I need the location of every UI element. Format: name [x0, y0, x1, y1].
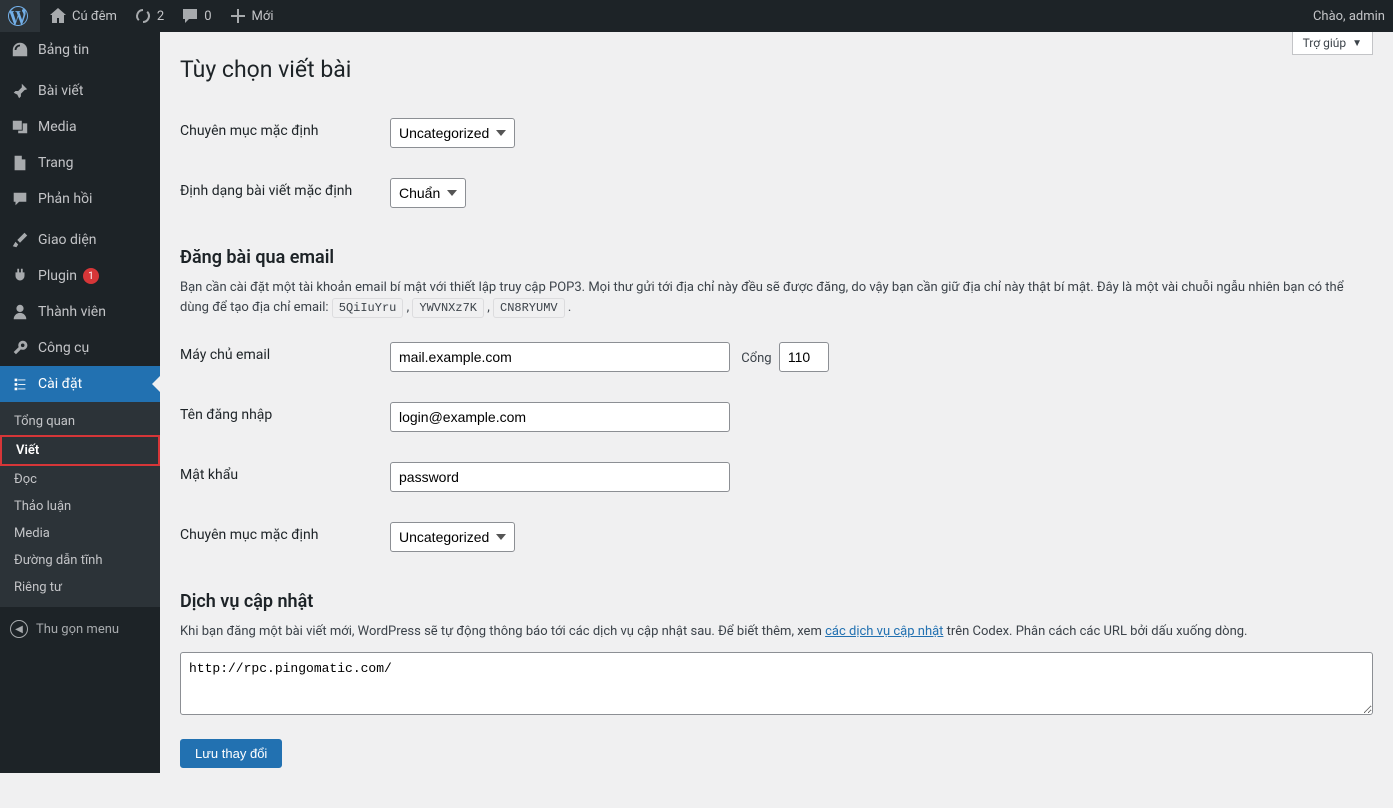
submenu-general[interactable]: Tổng quan	[0, 408, 160, 435]
sidebar-item-label: Phản hồi	[38, 191, 92, 207]
comment-icon	[180, 6, 200, 26]
comments-link[interactable]: 0	[172, 0, 219, 32]
help-tab[interactable]: Trợ giúp ▼	[1292, 32, 1373, 55]
home-icon	[48, 6, 68, 26]
random-string-1: 5QiIuYru	[332, 298, 404, 318]
sidebar-item-label: Thành viên	[38, 304, 106, 320]
help-label: Trợ giúp	[1303, 36, 1347, 50]
default-format-select[interactable]: Chuẩn	[390, 178, 466, 208]
updates-link[interactable]: 2	[125, 0, 172, 32]
update-services-desc: Khi bạn đăng một bài viết mới, WordPress…	[180, 622, 1373, 642]
submenu-writing[interactable]: Viết	[0, 435, 160, 466]
collapse-icon: ◀	[10, 620, 28, 638]
email-category-select[interactable]: Uncategorized	[390, 522, 515, 552]
new-content-link[interactable]: Mới	[220, 0, 282, 32]
plug-icon	[10, 266, 30, 286]
login-label: Tên đăng nhập	[180, 387, 380, 447]
greeting-text: Chào, admin	[1313, 9, 1385, 24]
sidebar-item-pages[interactable]: Trang	[0, 145, 160, 181]
submenu-discussion[interactable]: Thảo luận	[0, 493, 160, 520]
update-services-heading: Dịch vụ cập nhật	[180, 591, 1373, 612]
ping-sites-textarea[interactable]	[180, 652, 1373, 715]
port-label: Cổng	[741, 351, 771, 366]
default-format-label: Định dạng bài viết mặc định	[180, 163, 380, 223]
dashboard-icon	[10, 40, 30, 60]
sidebar-item-label: Trang	[38, 155, 74, 171]
plugin-update-badge: 1	[83, 268, 99, 284]
random-string-2: YWVNXz7K	[412, 298, 484, 318]
sidebar-item-plugins[interactable]: Plugin 1	[0, 258, 160, 294]
mail-port-input[interactable]	[779, 342, 829, 372]
collapse-menu[interactable]: ◀ Thu gọn menu	[0, 612, 160, 646]
admin-sidebar: Bảng tin Bài viết Media Trang Phản hồi G…	[0, 32, 160, 773]
new-label: Mới	[252, 9, 274, 24]
wrench-icon	[10, 338, 30, 358]
sidebar-item-label: Giao diện	[38, 232, 96, 248]
settings-submenu: Tổng quan Viết Đọc Thảo luận Media Đường…	[0, 402, 160, 607]
sidebar-item-label: Plugin	[38, 268, 77, 284]
chevron-down-icon: ▼	[1352, 38, 1362, 49]
user-icon	[10, 302, 30, 322]
submenu-reading[interactable]: Đọc	[0, 466, 160, 493]
refresh-icon	[133, 6, 153, 26]
default-category-select[interactable]: Uncategorized	[390, 118, 515, 148]
save-button[interactable]: Lưu thay đổi	[180, 739, 282, 768]
comments-count: 0	[204, 9, 211, 24]
collapse-label: Thu gọn menu	[36, 622, 119, 637]
sidebar-item-posts[interactable]: Bài viết	[0, 73, 160, 109]
sidebar-item-comments[interactable]: Phản hồi	[0, 181, 160, 217]
random-string-3: CN8RYUMV	[493, 298, 565, 318]
sidebar-item-label: Bài viết	[38, 83, 83, 99]
site-name-link[interactable]: Cú đêm	[40, 0, 125, 32]
password-label: Mật khẩu	[180, 447, 380, 507]
sidebar-item-appearance[interactable]: Giao diện	[0, 222, 160, 258]
account-link[interactable]: Chào, admin	[1305, 0, 1393, 32]
sidebar-item-settings[interactable]: Cài đặt	[0, 366, 160, 402]
submenu-media[interactable]: Media	[0, 520, 160, 547]
sidebar-item-label: Bảng tin	[38, 42, 89, 58]
site-name: Cú đêm	[72, 9, 117, 24]
media-icon	[10, 117, 30, 137]
sidebar-item-tools[interactable]: Công cụ	[0, 330, 160, 366]
mail-server-input[interactable]	[390, 342, 730, 372]
plus-icon	[228, 6, 248, 26]
submenu-privacy[interactable]: Riêng tư	[0, 574, 160, 601]
sidebar-item-media[interactable]: Media	[0, 109, 160, 145]
wordpress-icon	[8, 6, 28, 26]
wp-logo[interactable]	[0, 0, 40, 32]
page-icon	[10, 153, 30, 173]
pin-icon	[10, 81, 30, 101]
mail-login-input[interactable]	[390, 402, 730, 432]
page-title: Tùy chọn viết bài	[180, 56, 1373, 83]
brush-icon	[10, 230, 30, 250]
writing-settings-table: Chuyên mục mặc định Uncategorized Định d…	[180, 103, 1373, 223]
post-via-email-desc: Bạn cần cài đặt một tài khoản email bí m…	[180, 278, 1373, 317]
sidebar-item-label: Media	[38, 119, 77, 135]
submenu-permalinks[interactable]: Đường dẫn tĩnh	[0, 547, 160, 574]
post-via-email-heading: Đăng bài qua email	[180, 247, 1373, 268]
updates-count: 2	[157, 9, 164, 24]
comment-icon	[10, 189, 30, 209]
default-category-label: Chuyên mục mặc định	[180, 103, 380, 163]
sidebar-item-users[interactable]: Thành viên	[0, 294, 160, 330]
sidebar-item-label: Công cụ	[38, 340, 89, 356]
update-services-link[interactable]: các dịch vụ cập nhật	[825, 624, 943, 639]
sidebar-item-label: Cài đặt	[38, 376, 82, 392]
mail-server-label: Máy chủ email	[180, 327, 380, 387]
admin-toolbar: Cú đêm 2 0 Mới Chào, admin	[0, 0, 1393, 32]
sidebar-item-dashboard[interactable]: Bảng tin	[0, 32, 160, 68]
email-category-label: Chuyên mục mặc định	[180, 507, 380, 567]
email-settings-table: Máy chủ email Cổng Tên đăng nhập Mật khẩ…	[180, 327, 1373, 567]
main-content: Trợ giúp ▼ Tùy chọn viết bài Chuyên mục …	[160, 32, 1393, 808]
settings-icon	[10, 374, 30, 394]
mail-password-input[interactable]	[390, 462, 730, 492]
